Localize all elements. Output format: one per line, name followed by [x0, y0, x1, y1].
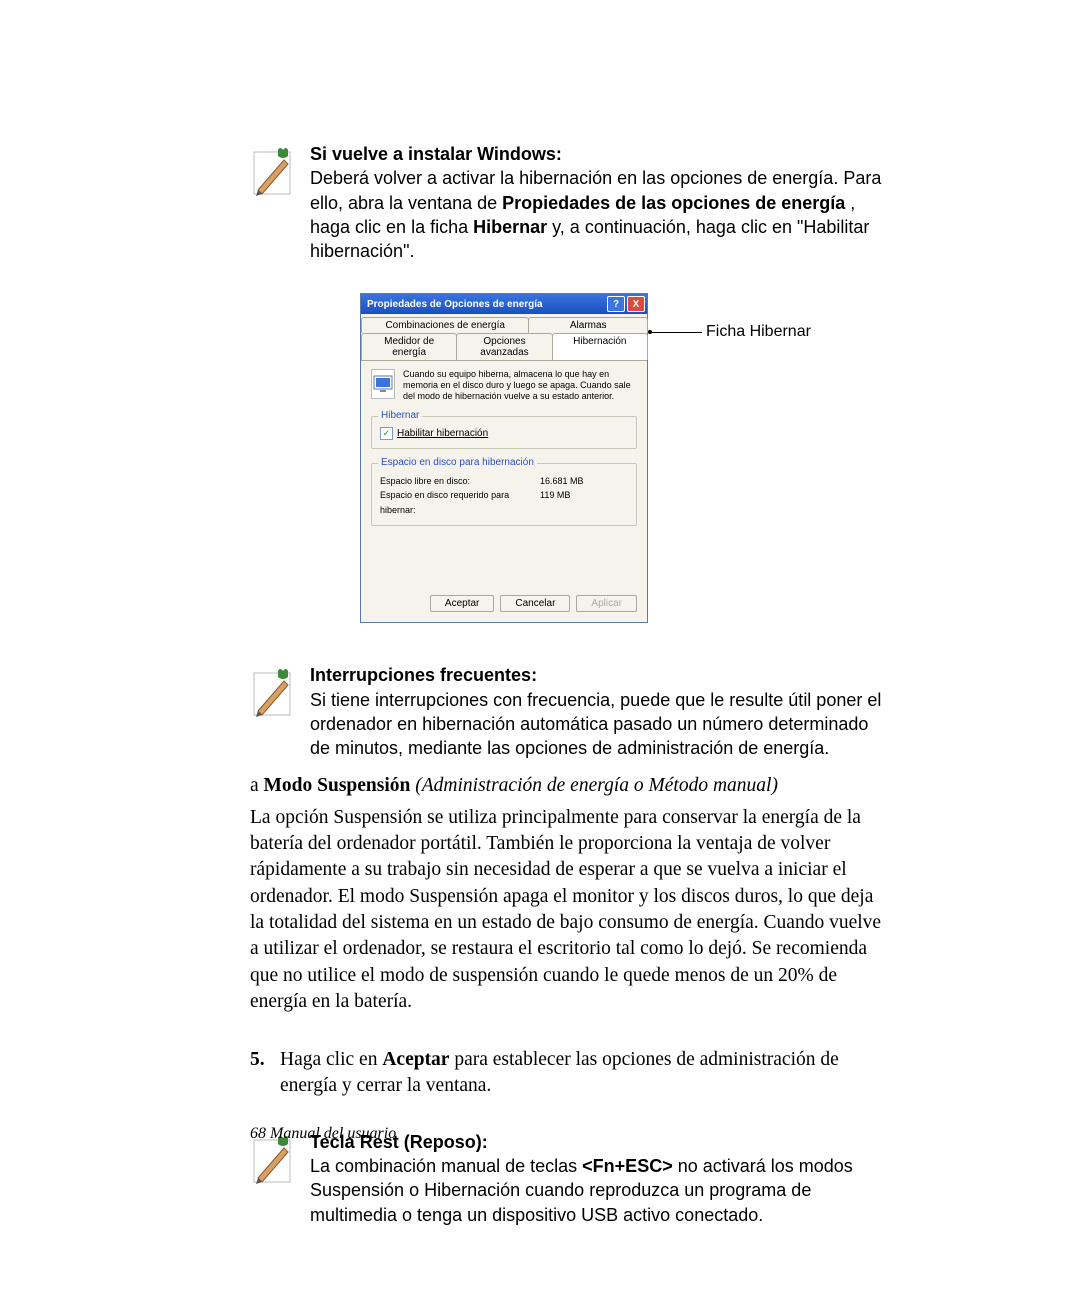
tab-opciones[interactable]: Opciones avanzadas: [456, 333, 552, 360]
note1-title: Si vuelve a instalar Windows:: [310, 144, 562, 164]
body-para: La opción Suspensión se utiliza principa…: [250, 805, 885, 1016]
callout-label: Ficha Hibernar: [706, 323, 811, 341]
note1-text: Si vuelve a instalar Windows: Deberá vol…: [310, 142, 885, 263]
check-icon: ✓: [380, 427, 393, 440]
tab-medidor[interactable]: Medidor de energía: [361, 333, 457, 360]
apply-button[interactable]: Aplicar: [576, 595, 637, 612]
tab-alarmas[interactable]: Alarmas: [528, 317, 648, 333]
dialog-title: Propiedades de Opciones de energía: [367, 299, 543, 310]
dialog-titlebar: Propiedades de Opciones de energía ? X: [361, 294, 647, 314]
callout: Ficha Hibernar: [650, 323, 811, 341]
note-icon: [250, 142, 310, 263]
note-icon: [250, 663, 310, 760]
enable-hibernate-checkbox[interactable]: ✓ Habilitar hibernación: [380, 427, 628, 440]
close-button[interactable]: X: [627, 296, 645, 312]
note-icon: [250, 1130, 310, 1227]
help-button[interactable]: ?: [607, 296, 625, 312]
tab-combinaciones[interactable]: Combinaciones de energía: [361, 317, 529, 333]
dialog-screenshot: Propiedades de Opciones de energía ? X C…: [360, 293, 780, 623]
note2-title: Interrupciones frecuentes:: [310, 665, 537, 685]
step-5: 5. Haga clic en Aceptar para establecer …: [250, 1047, 885, 1100]
cancel-button[interactable]: Cancelar: [500, 595, 570, 612]
section-heading: a Modo Suspensión (Administración de ene…: [250, 775, 885, 797]
page-footer: 68 Manual del usuario: [250, 1125, 396, 1143]
note2-text: Interrupciones frecuentes: Si tiene inte…: [310, 663, 885, 760]
monitor-icon: [371, 369, 395, 399]
tab-hibernacion[interactable]: Hibernación: [552, 333, 648, 360]
group2-legend: Espacio en disco para hibernación: [378, 457, 537, 468]
note3-text: Tecla Rest (Reposo): La combinación manu…: [310, 1130, 885, 1227]
group1-legend: Hibernar: [378, 410, 422, 421]
dialog-desc: Cuando su equipo hiberna, almacena lo qu…: [403, 369, 637, 401]
ok-button[interactable]: Aceptar: [430, 595, 494, 612]
